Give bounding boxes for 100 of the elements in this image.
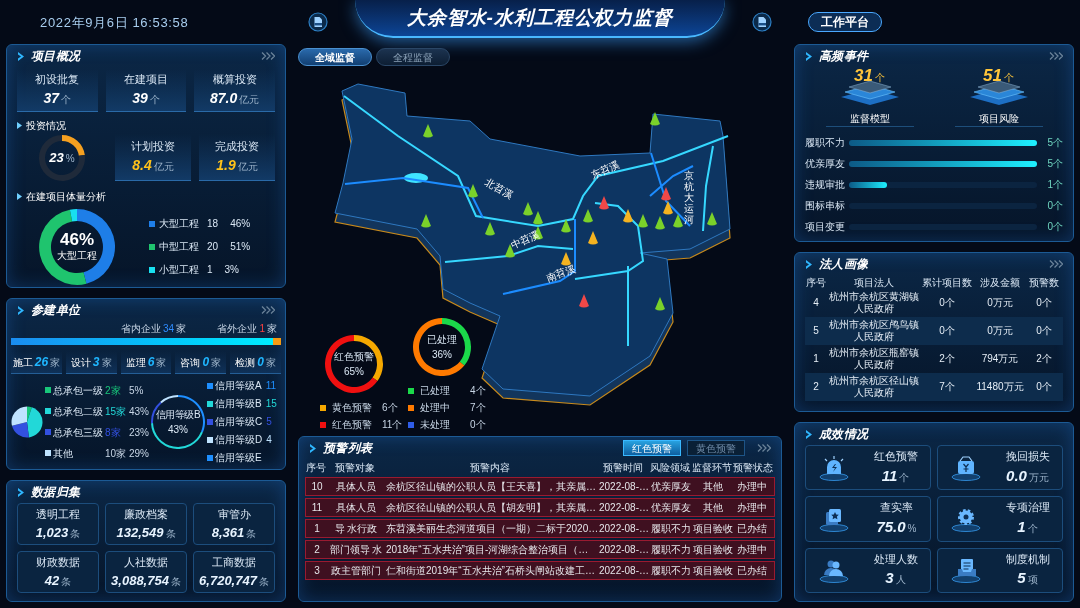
legend-label: 省内企业 <box>121 322 161 336</box>
table-cell-text: 项目验收 <box>692 522 734 536</box>
stat-label: 项目风险 <box>954 111 1043 127</box>
table-cell-text: 5 <box>812 325 820 337</box>
unit-label: 条 <box>61 574 72 589</box>
stat-label: 监督模型 <box>825 111 914 127</box>
unit-label: % <box>907 522 917 536</box>
unit-label: 条 <box>165 526 176 541</box>
count-value: 1 <box>259 322 265 336</box>
stat-label: 制度机制 <box>1005 551 1050 567</box>
unit-label: 亿元 <box>237 159 258 174</box>
stat-value: 1.9 <box>216 155 236 175</box>
chart-label: 已处理 <box>427 333 457 347</box>
table-cell-text: 杭州市余杭区黄湖镇人民政府 <box>828 291 920 315</box>
table-cell-text: 其他 <box>702 501 724 515</box>
chevrons-icon[interactable] <box>1049 260 1063 268</box>
workbench-button[interactable]: 工作平台 <box>808 12 882 32</box>
stat-label: 透明工程 <box>36 507 80 522</box>
unit-label: 项 <box>1027 573 1038 588</box>
table-cell-text: 0万元 <box>986 325 1014 337</box>
river-label: 东苕溪 <box>588 157 622 183</box>
count-value: 34 <box>163 322 175 336</box>
table-cell-text: 2022-08-… <box>598 522 650 536</box>
panel-title: 项目概况 <box>31 48 81 65</box>
legend-count: 8家 <box>105 425 122 440</box>
unit-label: 家 <box>267 322 277 336</box>
document-icon[interactable] <box>308 12 328 32</box>
stat-label: 施工 <box>12 356 33 370</box>
stat-value: 0 <box>257 354 264 371</box>
legend-count: 4个 <box>470 384 486 398</box>
document-icon[interactable] <box>752 12 772 32</box>
unit-label: 家 <box>101 356 112 370</box>
chevron-icon <box>17 121 22 129</box>
legend-count: 1 <box>207 263 213 277</box>
table-cell-text: 东苕溪美丽生态河道项目（一期）二标于2020… <box>385 522 598 536</box>
stat-label: 完成投资 <box>215 139 259 155</box>
chart-label: 信用等级B <box>155 407 201 422</box>
legend-count: 20 <box>207 240 219 254</box>
chevrons-icon[interactable] <box>261 52 275 60</box>
legend-label: 信用等级A <box>215 379 262 393</box>
tab[interactable]: 黄色预警 <box>687 440 745 456</box>
table-cell-text: 项目验收 <box>692 564 734 578</box>
unit-label: 家 <box>176 322 187 336</box>
table-cell-text: 7个 <box>938 381 956 393</box>
legend-label: 未处理 <box>420 418 451 432</box>
stat-value: 31 <box>854 67 873 84</box>
river-label: 京杭大运河 <box>684 170 694 225</box>
stat-label: 专项治理 <box>1005 500 1050 516</box>
table-cell-text: 11 <box>310 501 324 515</box>
stat-value: 6 <box>147 354 155 371</box>
table-cell-text: 部门领导 水 <box>328 543 384 557</box>
bar-value: 5个 <box>1046 157 1063 171</box>
chevrons-icon[interactable] <box>757 444 771 452</box>
table-cell-text: 已办结 <box>736 522 768 536</box>
table-cell-text: 优亲厚友 <box>650 480 692 494</box>
table-cell-text: 2022-08-… <box>598 543 650 557</box>
stat-label: 审管办 <box>217 507 251 522</box>
stat-value: 39 <box>132 88 148 108</box>
stat-label: 初设批复 <box>35 72 80 87</box>
wallet-icon <box>950 454 981 481</box>
legend-count: 7个 <box>470 401 486 415</box>
table-cell-text: 办理中 <box>736 543 768 557</box>
legend-count: 0个 <box>470 418 486 432</box>
legend-count: 6个 <box>382 401 398 415</box>
chart-label: 红色预警 <box>334 350 374 364</box>
tab[interactable]: 全域监督 <box>298 48 372 66</box>
tab[interactable]: 红色预警 <box>623 440 681 456</box>
table-cell-text: 4 <box>812 297 820 309</box>
date-time: 2022年9月6日 16:53:58 <box>40 15 189 30</box>
chevrons-icon[interactable] <box>1049 52 1063 60</box>
table-cell-text: 2 <box>313 543 321 557</box>
tab[interactable]: 全程监督 <box>376 48 450 66</box>
alarm-light-icon <box>818 454 849 481</box>
chevron-icon <box>805 51 813 61</box>
stat-label: 廉政档案 <box>124 507 168 522</box>
unit-label: % <box>65 151 75 166</box>
stat-value: 1 <box>1017 517 1026 537</box>
stat-value: 6,720,747 <box>199 571 257 590</box>
stat-value: 51 <box>983 67 1002 84</box>
stat-label: 计划投资 <box>131 139 175 155</box>
panel-title: 数据归集 <box>31 484 81 501</box>
bar-value: 1个 <box>1046 178 1063 192</box>
table-cell-text: 项目验收 <box>692 543 734 557</box>
bar-label: 围标串标 <box>805 199 845 213</box>
legend-label: 信用等级E <box>215 451 262 465</box>
legend-label: 省外企业 <box>217 322 258 336</box>
stat-label: 检测 <box>235 356 256 370</box>
panel-title: 高频事件 <box>819 48 869 65</box>
bar-value: 0个 <box>1046 220 1063 234</box>
stat-label: 咨询 <box>180 356 201 370</box>
table-cell-text: 10 <box>310 480 324 494</box>
river-label: 南苕溪 <box>544 262 578 286</box>
stat-value: 11 <box>881 465 898 486</box>
gear-icon <box>950 506 981 532</box>
legend-count: 2家 <box>105 383 122 398</box>
stat-value: 3 <box>92 354 100 371</box>
unit-label: 个 <box>1003 71 1014 85</box>
column-header: 项目法人 <box>853 275 895 290</box>
chevrons-icon[interactable] <box>261 306 275 314</box>
stat-label: 概算投资 <box>212 72 257 87</box>
